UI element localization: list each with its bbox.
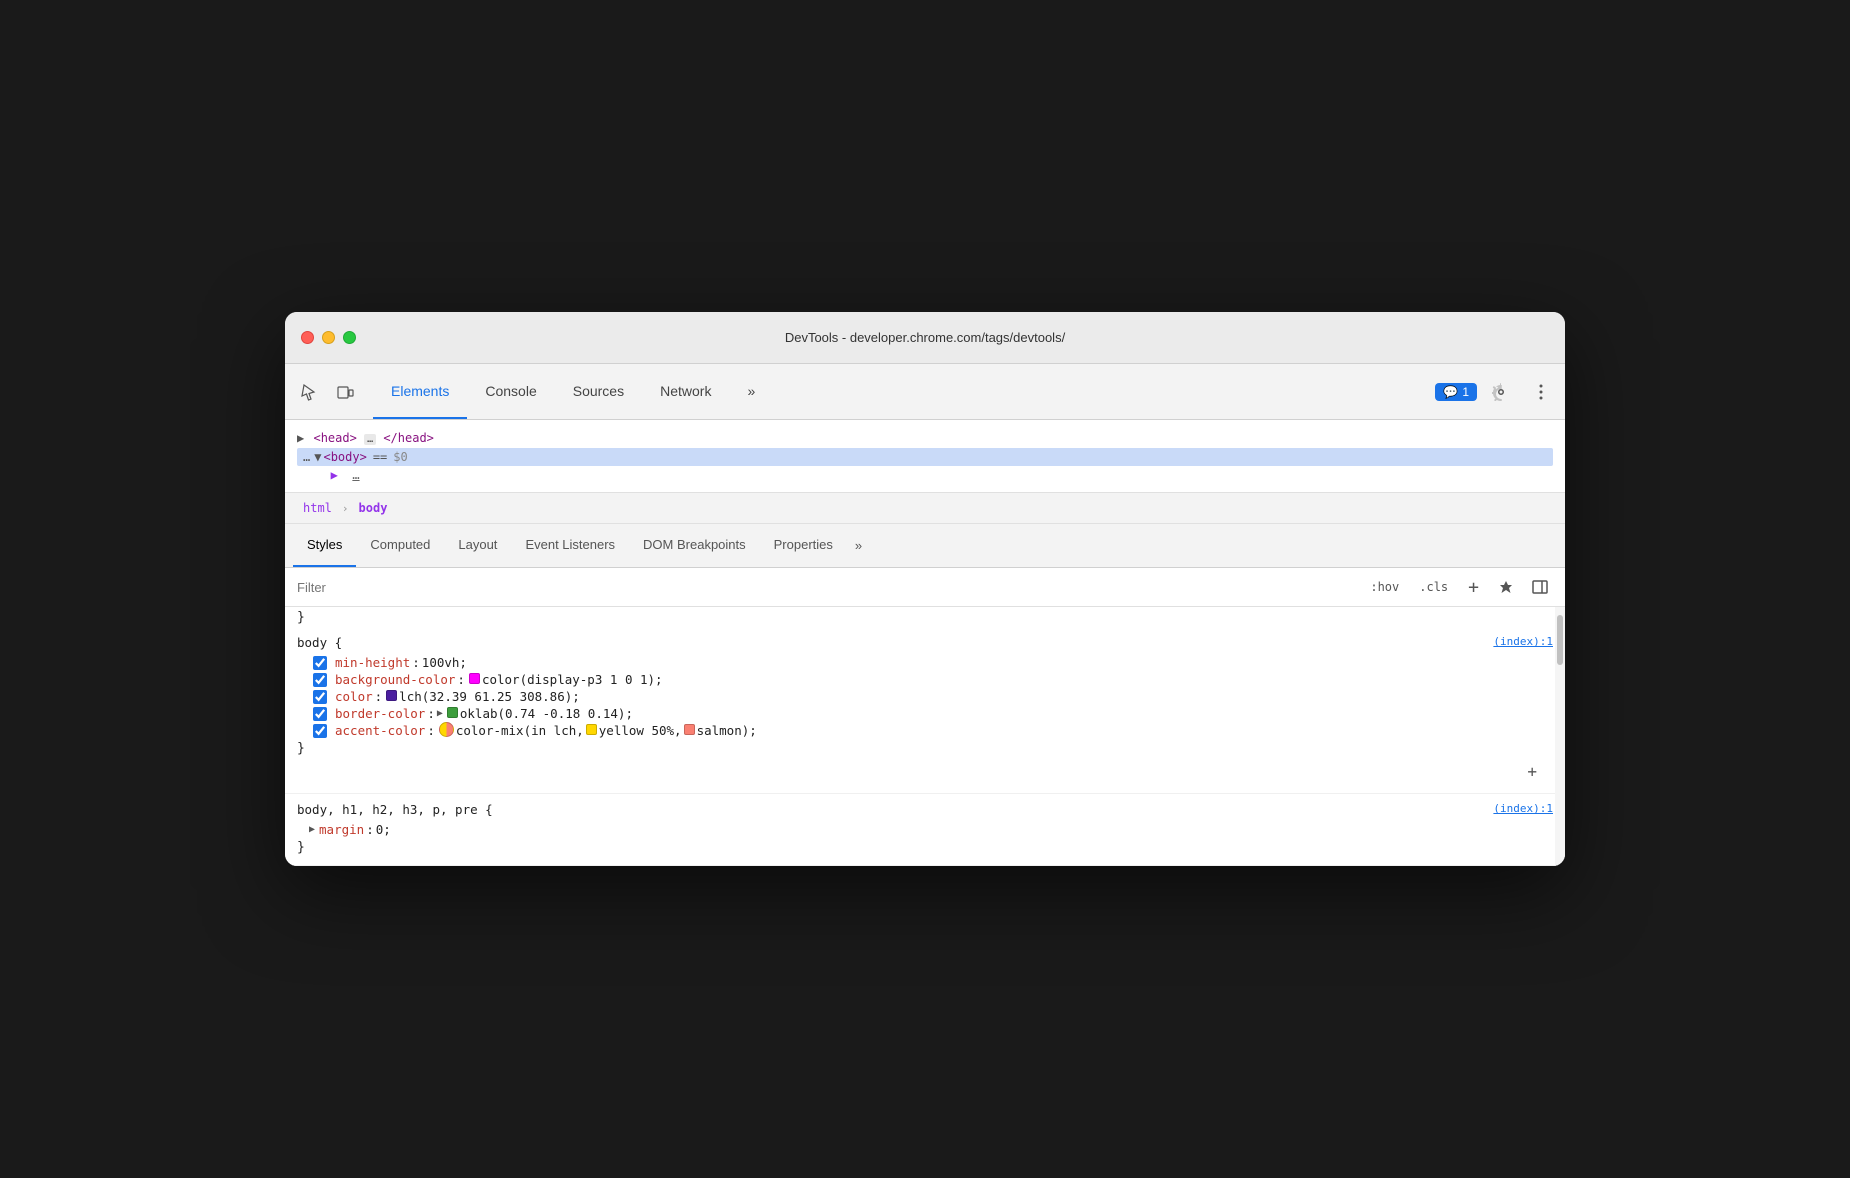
rule-body-headings-close: } [297,838,1553,857]
scrollbar-track[interactable] [1555,607,1565,866]
notification-badge[interactable]: 💬 1 [1435,383,1477,401]
tab-event-listeners[interactable]: Event Listeners [511,524,629,567]
filter-actions: :hov .cls + [1364,574,1553,600]
border-color-swatch[interactable] [447,707,458,718]
elements-panel: ▶ <head> … </head> … ▼ <body> == $0 ▶ … [285,420,1565,493]
salmon-swatch[interactable] [684,724,695,735]
tab-network[interactable]: Network [642,364,729,419]
prop-color: color : lch(32.39 61.25 308.86); [297,688,1553,705]
tab-styles-more[interactable]: » [847,524,870,567]
checkbox-border-color[interactable] [313,707,327,721]
tab-computed[interactable]: Computed [356,524,444,567]
breadcrumb-body[interactable]: body [353,499,394,517]
prop-min-height: min-height : 100vh; [297,654,1553,671]
close-button[interactable] [301,331,314,344]
styles-tabs: Styles Computed Layout Event Listeners D… [285,524,1565,568]
settings-icon[interactable] [1485,376,1517,408]
toggle-sidebar-icon[interactable] [1527,574,1553,600]
devtools-tabs: Elements Console Sources Network » [373,364,1435,419]
css-content: } body { (index):1 min-height : 100vh; b… [285,607,1565,866]
traffic-lights [301,331,356,344]
css-source-body[interactable]: (index):1 [1493,635,1553,648]
tab-sources[interactable]: Sources [555,364,642,419]
maximize-button[interactable] [343,331,356,344]
devtools-header: Elements Console Sources Network » 💬 1 [285,364,1565,420]
tab-styles[interactable]: Styles [293,524,356,567]
css-selector-body: body { [297,635,342,650]
rule-header-body: body { (index):1 [297,635,1553,650]
head-node[interactable]: ▶ <head> … </head> [297,428,1553,448]
tab-console[interactable]: Console [467,364,554,419]
prop-margin: ▶ margin : 0; [297,821,1553,838]
chat-icon: 💬 [1443,385,1458,399]
cls-button[interactable]: .cls [1413,578,1454,596]
margin-expand[interactable]: ▶ [309,824,315,835]
css-selector-body-headings: body, h1, h2, h3, p, pre { [297,802,493,817]
prop-border-color: border-color : ▶ oklab(0.74 -0.18 0.14); [297,705,1553,722]
rule-header-body-headings: body, h1, h2, h3, p, pre { (index):1 [297,802,1553,817]
checkbox-accent-color[interactable] [313,724,327,738]
checkbox-color[interactable] [313,690,327,704]
minimize-button[interactable] [322,331,335,344]
tab-more[interactable]: » [729,364,773,419]
devtools-toolbar-icons [293,376,361,408]
body-node[interactable]: … ▼ <body> == $0 [297,448,1553,466]
border-color-expand[interactable]: ▶ [437,708,443,719]
checkbox-min-height[interactable] [313,656,327,670]
css-rule-body: body { (index):1 min-height : 100vh; bac… [285,627,1565,794]
add-property-body[interactable]: + [297,758,1553,785]
device-toggle-icon[interactable] [329,376,361,408]
scrollbar-thumb[interactable] [1557,615,1563,665]
prop-background-color: background-color : color(display-p3 1 0 … [297,671,1553,688]
css-rule-body-headings: body, h1, h2, h3, p, pre { (index):1 ▶ m… [285,794,1565,866]
window-title: DevTools - developer.chrome.com/tags/dev… [785,330,1065,345]
rule-body-close: } [297,739,1553,758]
tab-properties[interactable]: Properties [760,524,847,567]
notification-count: 1 [1462,385,1469,399]
checkbox-background-color[interactable] [313,673,327,687]
title-bar: DevTools - developer.chrome.com/tags/dev… [285,312,1565,364]
tab-elements[interactable]: Elements [373,364,467,419]
color-swatch[interactable] [386,690,397,701]
devtools-window: DevTools - developer.chrome.com/tags/dev… [285,312,1565,866]
breadcrumb: html › body [285,493,1565,524]
tab-layout[interactable]: Layout [444,524,511,567]
filter-input[interactable] [297,580,1356,595]
add-style-button[interactable]: + [1462,575,1485,600]
background-color-swatch[interactable] [469,673,480,684]
more-options-icon[interactable] [1525,376,1557,408]
hov-button[interactable]: :hov [1364,578,1405,596]
element-state-icon[interactable] [1493,574,1519,600]
yellow-swatch[interactable] [586,724,597,735]
css-source-body-headings[interactable]: (index):1 [1493,802,1553,815]
breadcrumb-html[interactable]: html [297,499,338,517]
filter-bar: :hov .cls + [285,568,1565,607]
preceding-brace: } [285,607,1565,627]
devtools-header-right: 💬 1 [1435,376,1557,408]
cursor-icon[interactable] [293,376,325,408]
prop-accent-color: accent-color : color-mix(in lch, yellow … [297,722,1553,739]
tab-dom-breakpoints[interactable]: DOM Breakpoints [629,524,760,567]
accent-color-split-swatch[interactable] [439,722,454,737]
